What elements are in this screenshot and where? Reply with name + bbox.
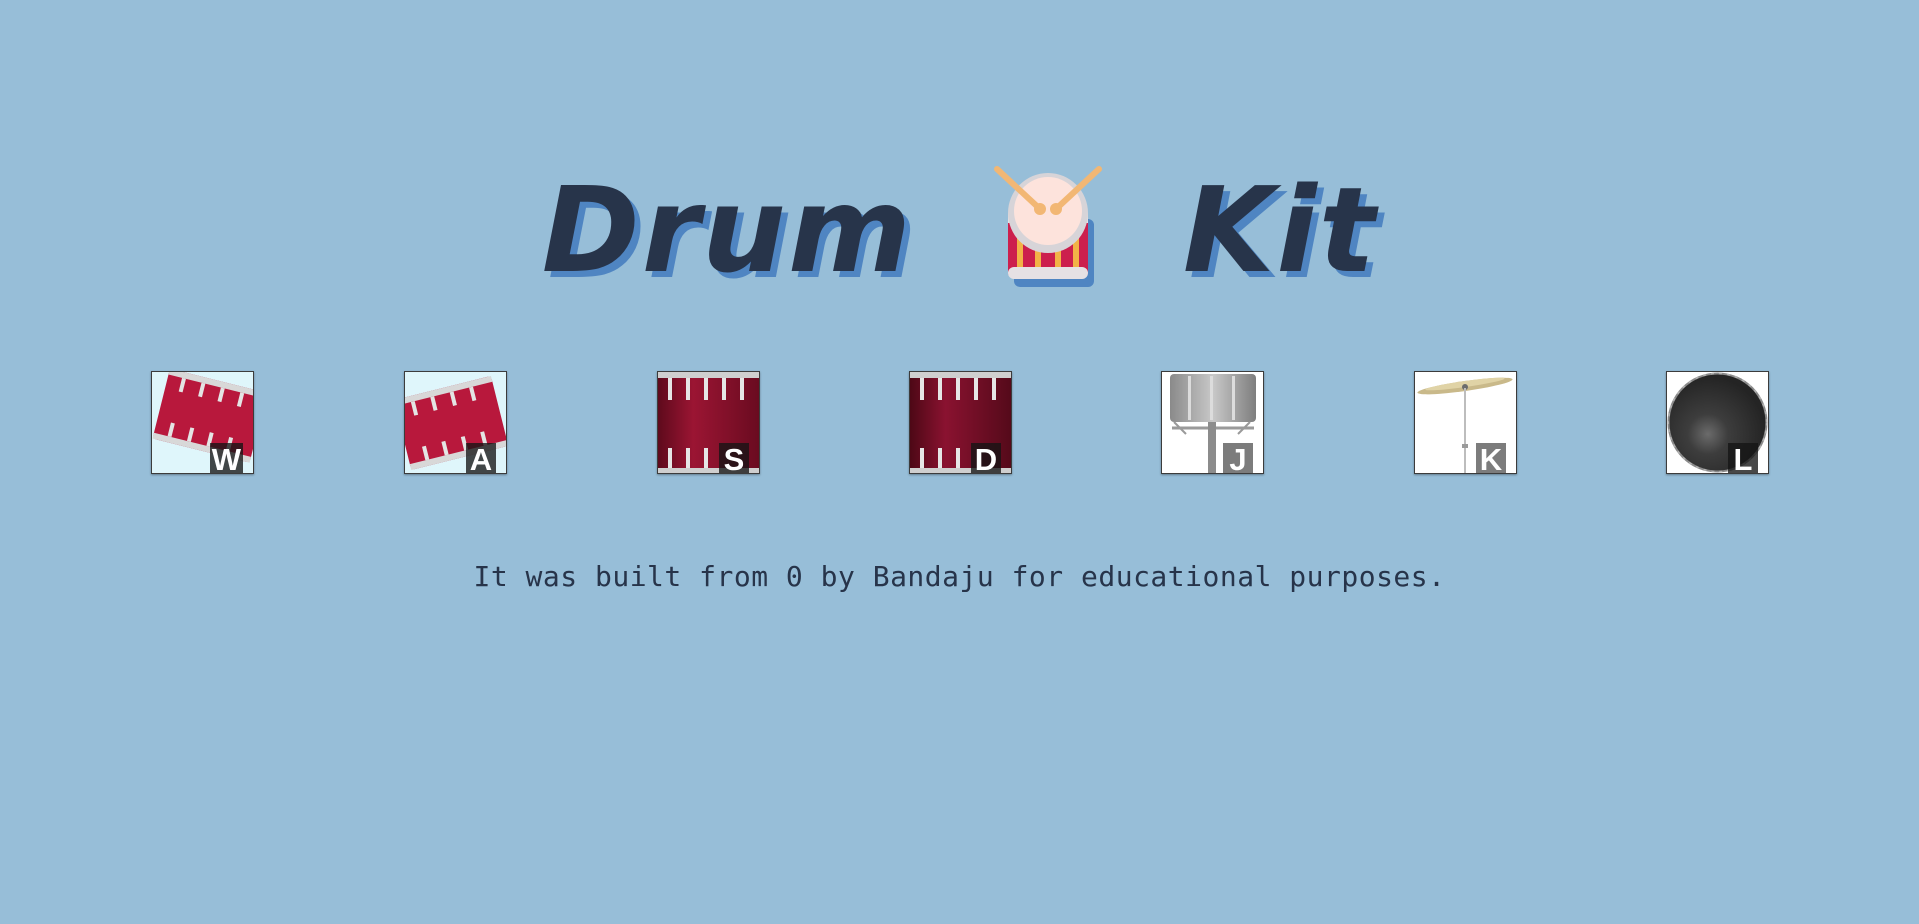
drum-pad-d[interactable]: D [909, 371, 1012, 474]
key-label-s: S [719, 443, 749, 473]
drum-pad-k[interactable]: K [1414, 371, 1517, 474]
key-label-w: W [209, 442, 243, 474]
key-label-j: J [1223, 443, 1253, 473]
drum-pad-w[interactable]: W [151, 371, 254, 474]
key-label-a: A [466, 443, 496, 473]
drum-pad-a[interactable]: A [404, 371, 507, 474]
title-word-kit: Kit [1182, 161, 1378, 299]
title-word-drum: Drum [541, 161, 913, 299]
drum-pad-l[interactable]: L [1666, 371, 1769, 474]
drum-pads-row: W A S D J K L [0, 371, 1919, 475]
key-label-l: L [1728, 443, 1758, 473]
drum-pad-s[interactable]: S [657, 371, 760, 474]
drum-pad-j[interactable]: J [1161, 371, 1264, 474]
drum-with-drumsticks-icon [993, 166, 1102, 287]
footer-credit: It was built from 0 by Bandaju for educa… [473, 560, 1446, 593]
key-label-d: D [971, 443, 1001, 473]
page-title: Drum Kit [0, 160, 1919, 300]
key-label-k: K [1476, 443, 1506, 473]
